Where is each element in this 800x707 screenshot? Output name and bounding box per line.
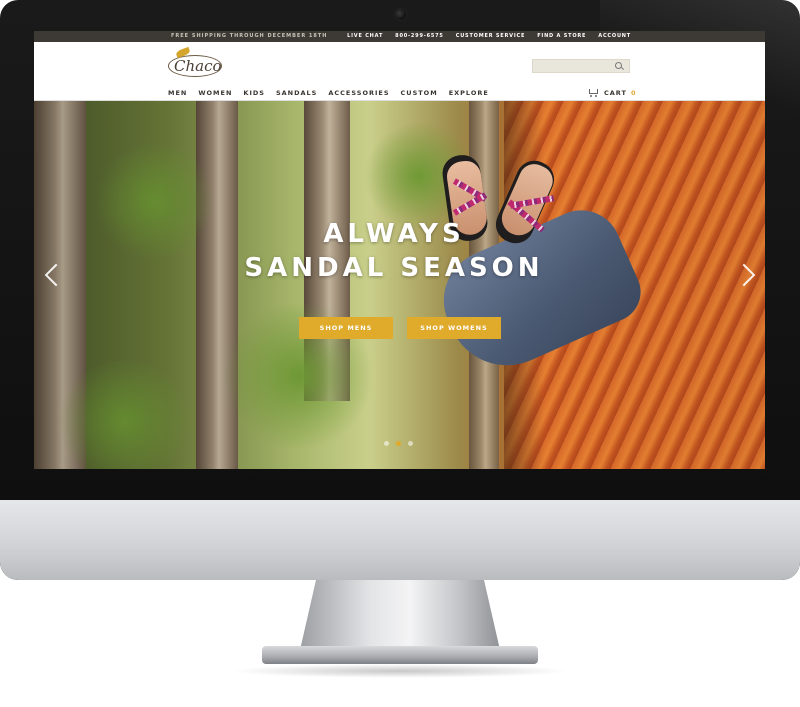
account-link[interactable]: ACCOUNT bbox=[598, 33, 631, 39]
nav-item-men[interactable]: MEN bbox=[168, 89, 187, 97]
carousel-dot[interactable] bbox=[408, 441, 413, 446]
shop-mens-button[interactable]: SHOP MENS bbox=[299, 317, 393, 339]
phone-link[interactable]: 800-299-6575 bbox=[395, 33, 444, 39]
cart-button[interactable]: CART 0 bbox=[588, 88, 635, 97]
nav-item-kids[interactable]: KIDS bbox=[243, 89, 265, 97]
hero-banner: ALWAYS SANDAL SEASON SHOP MENS SHOP WOME… bbox=[34, 101, 765, 469]
screen: FREE SHIPPING THROUGH DECEMBER 18TH LIVE… bbox=[34, 31, 765, 469]
monitor-chin bbox=[0, 500, 800, 580]
cart-count: 0 bbox=[630, 88, 636, 97]
carousel-dots bbox=[384, 441, 413, 446]
hero-overlay bbox=[34, 101, 765, 469]
nav-item-sandals[interactable]: SANDALS bbox=[276, 89, 317, 97]
monitor-stand-base bbox=[262, 646, 538, 664]
headline-line-1: ALWAYS bbox=[323, 219, 465, 249]
utility-nav: LIVE CHAT 800-299-6575 CUSTOMER SERVICE … bbox=[347, 33, 631, 39]
nav-item-explore[interactable]: EXPLORE bbox=[449, 89, 489, 97]
nav-item-accessories[interactable]: ACCESSORIES bbox=[328, 89, 389, 97]
shop-womens-button[interactable]: SHOP WOMENS bbox=[407, 317, 501, 339]
chaco-logo[interactable]: Chaco bbox=[168, 46, 224, 77]
customer-service-link[interactable]: CUSTOMER SERVICE bbox=[456, 33, 525, 39]
find-store-link[interactable]: FIND A STORE bbox=[537, 33, 586, 39]
site-header: Chaco MEN WOMEN KIDS SANDALS ACCESSORIES… bbox=[34, 42, 765, 101]
cart-label: CART bbox=[604, 88, 627, 97]
monitor-stand bbox=[300, 580, 500, 650]
webcam-icon bbox=[394, 8, 407, 21]
logo-text: Chaco bbox=[174, 57, 222, 75]
search-input[interactable] bbox=[532, 59, 630, 73]
nav-item-women[interactable]: WOMEN bbox=[198, 89, 232, 97]
live-chat-link[interactable]: LIVE CHAT bbox=[347, 33, 383, 39]
cart-icon bbox=[588, 88, 600, 97]
promo-bar: FREE SHIPPING THROUGH DECEMBER 18TH LIVE… bbox=[34, 31, 765, 42]
promo-text: FREE SHIPPING THROUGH DECEMBER 18TH bbox=[171, 33, 328, 39]
carousel-next-icon[interactable] bbox=[742, 261, 754, 291]
carousel-dot[interactable] bbox=[384, 441, 389, 446]
main-nav: MEN WOMEN KIDS SANDALS ACCESSORIES CUSTO… bbox=[168, 89, 489, 97]
carousel-dot[interactable] bbox=[396, 441, 401, 446]
headline-line-2: SANDAL SEASON bbox=[244, 253, 544, 283]
search-icon[interactable] bbox=[615, 62, 622, 69]
stand-shadow bbox=[230, 664, 570, 678]
nav-item-custom[interactable]: CUSTOM bbox=[401, 89, 438, 97]
hero-headline: ALWAYS SANDAL SEASON bbox=[184, 217, 604, 285]
carousel-prev-icon[interactable] bbox=[44, 261, 56, 291]
